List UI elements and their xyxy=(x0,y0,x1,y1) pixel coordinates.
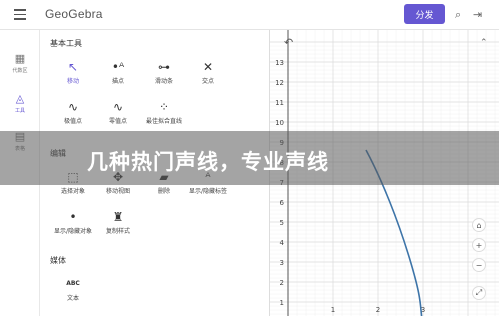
point-icon: •ᴬ xyxy=(111,60,125,74)
y-tick-label: 1 xyxy=(280,299,284,307)
overlay-title: 几种热门声线，专业声线 xyxy=(87,150,329,174)
rail-item-algebra[interactable]: ▦ 代数区 xyxy=(0,52,40,74)
calculator-icon: ▦ xyxy=(14,52,26,65)
tool-label: 移动 xyxy=(66,78,79,85)
tool-label: 滑动条 xyxy=(154,78,173,85)
y-tick-label: 12 xyxy=(275,79,284,87)
y-tick-label: 5 xyxy=(280,219,284,227)
text-icon: ABC xyxy=(66,280,80,287)
tool-slider[interactable]: ⊶ 滑动条 xyxy=(139,58,189,85)
tool-label: 描点 xyxy=(111,78,124,85)
tool-label: 文本 xyxy=(66,295,79,302)
extremum-icon: ∿ xyxy=(67,100,79,114)
app-logo: GeoGebra xyxy=(45,7,103,21)
shapes-icon: ◬ xyxy=(15,92,25,105)
tool-label: 最佳拟合直线 xyxy=(145,118,182,125)
media-tools-title: 媒体 xyxy=(50,256,66,265)
slider-icon: ⊶ xyxy=(158,60,170,74)
tool-show-hide-object[interactable]: • 显示/隐藏对象 xyxy=(48,208,98,235)
tool-point[interactable]: •ᴬ 描点 xyxy=(93,58,143,85)
y-tick-label: 11 xyxy=(275,99,284,107)
tool-label: 显示/隐藏对象 xyxy=(53,228,93,235)
tool-copy-style[interactable]: ♜ 复制样式 xyxy=(93,208,143,235)
tool-label: 显示/隐藏标签 xyxy=(188,188,228,195)
x-tick-label: 1 xyxy=(331,306,335,314)
y-tick-label: 6 xyxy=(280,199,285,207)
sign-in-icon[interactable]: ⇥ xyxy=(473,8,482,21)
y-tick-label: 13 xyxy=(275,59,284,67)
zoom-out-icon[interactable]: − xyxy=(472,258,486,272)
y-tick-label: 3 xyxy=(280,259,284,267)
tool-label: 零值点 xyxy=(108,118,127,125)
show-hide-icon: • xyxy=(69,210,77,224)
y-tick-label: 2 xyxy=(280,279,284,287)
rail-item-label: 代数区 xyxy=(12,68,28,74)
tool-move[interactable]: ↖ 移动 xyxy=(48,58,98,85)
roots-icon: ∿ xyxy=(112,100,124,114)
tool-text[interactable]: ABC 文本 xyxy=(48,275,98,302)
best-fit-icon: ⁘ xyxy=(158,100,170,114)
tool-label: 删除 xyxy=(157,188,170,195)
rail-item-tools[interactable]: ◬ 工具 xyxy=(0,92,40,114)
share-button[interactable]: 分发 xyxy=(404,4,445,24)
search-icon[interactable]: ⌕ xyxy=(455,8,461,22)
tool-label: 移动视图 xyxy=(105,188,130,195)
collapse-icon[interactable]: ⌃ xyxy=(480,38,488,48)
tool-label: 交点 xyxy=(201,78,214,85)
home-icon[interactable]: ⌂ xyxy=(472,218,486,232)
tool-extremum[interactable]: ∿ 极值点 xyxy=(48,98,98,125)
copy-style-icon: ♜ xyxy=(112,210,124,224)
intersect-icon: ✕ xyxy=(202,60,214,74)
cursor-icon: ↖ xyxy=(67,60,79,74)
tool-intersect[interactable]: ✕ 交点 xyxy=(183,58,233,85)
undo-icon[interactable]: ↶ xyxy=(284,36,293,49)
hamburger-menu-icon[interactable] xyxy=(14,9,26,20)
x-tick-label: 2 xyxy=(376,306,380,314)
y-tick-label: 10 xyxy=(275,119,284,127)
fullscreen-icon[interactable]: ⤢ xyxy=(472,286,486,300)
y-tick-label: 4 xyxy=(280,239,285,247)
zoom-in-icon[interactable]: + xyxy=(472,238,486,252)
basic-tools-title: 基本工具 xyxy=(50,39,82,48)
rail-item-label: 工具 xyxy=(14,108,25,114)
tool-best-fit[interactable]: ⁘ 最佳拟合直线 xyxy=(139,98,189,125)
app-header: GeoGebra 分发 ⌕ ⇥ xyxy=(0,0,499,30)
tool-label: 选择对象 xyxy=(60,188,85,195)
tool-label: 复制样式 xyxy=(105,228,130,235)
tool-label: 极值点 xyxy=(63,118,82,125)
tool-roots[interactable]: ∿ 零值点 xyxy=(93,98,143,125)
